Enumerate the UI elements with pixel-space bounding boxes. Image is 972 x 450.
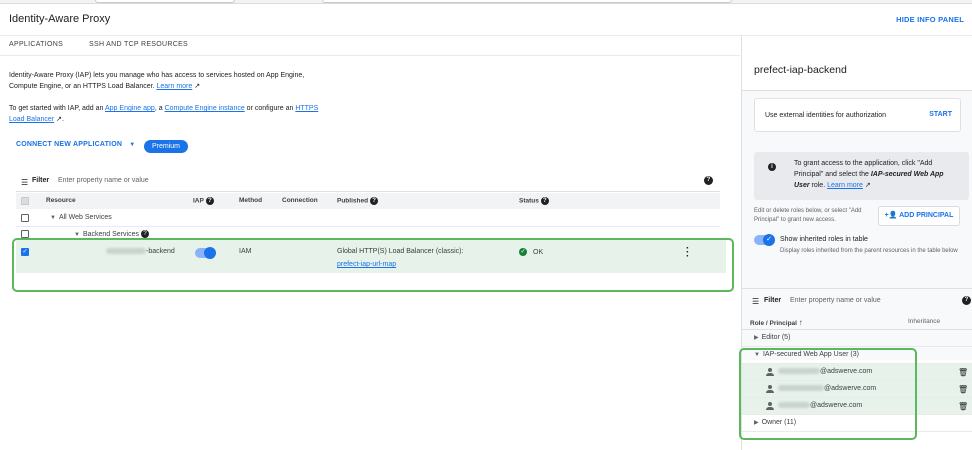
table-row: ▼ All Web Services [16, 209, 720, 227]
col-role-label: Role / Principal [750, 320, 797, 327]
group-backend-services[interactable]: ▼ Backend Services? [74, 230, 149, 238]
intro-paragraph: Identity-Aware Proxy (IAP) lets you mana… [9, 70, 319, 92]
filter-icon: ☰ [21, 178, 29, 187]
table-header: Resource IAP? Method Connection Publishe… [16, 193, 720, 209]
connect-new-application-button[interactable]: CONNECT NEW APPLICATION ▼ [16, 141, 135, 148]
info-text-post: role. [809, 182, 828, 189]
select-all-checkbox[interactable] [21, 197, 29, 205]
external-link-icon: ↗ [194, 83, 201, 90]
delete-icon[interactable]: 🗑 [958, 385, 968, 394]
highlight-outline [12, 238, 734, 292]
col-method: Method [239, 197, 263, 204]
delete-icon[interactable]: 🗑 [958, 402, 968, 411]
hide-info-panel-button[interactable]: HIDE INFO PANEL [896, 15, 964, 24]
principal-table-header: Role / Principal ↑ Inheritance [742, 314, 972, 330]
get-started-text-end: . [61, 116, 64, 123]
app-engine-link[interactable]: App Engine app [105, 105, 155, 112]
add-person-icon: +👤 [884, 212, 898, 219]
row-checkbox[interactable] [21, 214, 29, 222]
expand-arrow-icon: ▶ [754, 335, 759, 341]
get-started-text-mid: , a [154, 105, 165, 112]
info-panel-title: prefect-iap-backend [754, 64, 847, 76]
help-icon[interactable]: ? [704, 176, 713, 185]
role-row-editor[interactable]: ▶ Editor (5) [742, 330, 972, 347]
col-role-principal[interactable]: Role / Principal ↑ [750, 318, 803, 327]
tab-ssh-tcp-resources[interactable]: SSH AND TCP RESOURCES [89, 41, 188, 48]
start-button[interactable]: START [929, 111, 952, 118]
col-iap-label: IAP [193, 197, 204, 205]
compute-engine-link[interactable]: Compute Engine instance [165, 105, 245, 112]
col-connection: Connection [282, 197, 318, 204]
page-title: Identity-Aware Proxy [9, 13, 111, 25]
col-iap: IAP? [193, 197, 214, 205]
get-started-text-post: or configure an [244, 105, 296, 112]
divider [742, 288, 972, 289]
show-inherited-toggle[interactable] [754, 234, 775, 246]
highlight-outline [739, 348, 917, 440]
col-status: Status? [519, 197, 549, 205]
filter-input[interactable]: Enter property name or value [58, 177, 149, 184]
role-label: ▶ Editor (5) [754, 334, 790, 341]
help-icon[interactable]: ? [205, 197, 214, 205]
col-published: Published? [337, 197, 379, 205]
col-inheritance: Inheritance [908, 318, 941, 325]
edit-roles-note: Edit or delete roles below, or select "A… [754, 208, 862, 223]
help-icon[interactable]: ? [540, 197, 549, 205]
group-all-web-services[interactable]: ▼ All Web Services [50, 214, 112, 221]
info-icon: i [768, 163, 776, 171]
add-principal-button[interactable]: +👤 ADD PRINCIPAL [878, 206, 960, 226]
help-icon[interactable]: ? [962, 296, 971, 305]
top-strip-segment [95, 0, 235, 3]
add-principal-label: ADD PRINCIPAL [899, 212, 954, 219]
sort-arrow-up-icon: ↑ [798, 318, 803, 327]
info-box-text: To grant access to the application, clic… [794, 158, 959, 191]
info-panel: prefect-iap-backend Use external identit… [739, 36, 972, 450]
principal-filter-input[interactable]: Enter property name or value [790, 297, 881, 304]
filter-label: Filter [32, 177, 50, 184]
show-inherited-description: Display roles inherited from the parent … [780, 248, 958, 254]
get-started-text: To get started with IAP, add an [9, 105, 105, 112]
info-learn-more-link[interactable]: Learn more [827, 182, 863, 189]
dropdown-arrow-icon: ▼ [129, 142, 136, 148]
col-resource[interactable]: Resource [46, 197, 76, 204]
show-inherited-label: Show inherited roles in table [780, 236, 868, 243]
help-icon[interactable]: ? [370, 197, 379, 205]
col-status-label: Status [519, 197, 539, 205]
info-box: i To grant access to the application, cl… [754, 152, 969, 200]
tab-bar: APPLICATIONS SSH AND TCP RESOURCES [0, 36, 740, 56]
tab-applications[interactable]: APPLICATIONS [9, 41, 63, 48]
connect-label: CONNECT NEW APPLICATION [16, 141, 123, 148]
top-strip-search[interactable] [322, 0, 732, 3]
filter-icon: ☰ [752, 297, 760, 306]
filter-label: Filter [764, 297, 782, 304]
filter-bar: ☰ Filter Enter property name or value ? [16, 170, 720, 192]
role-name: Editor (5) [761, 334, 791, 341]
group-label: Backend Services [82, 230, 139, 238]
delete-icon[interactable]: 🗑 [958, 368, 968, 377]
external-identities-text: Use external identities for authorizatio… [765, 112, 887, 119]
help-icon[interactable]: ? [140, 230, 149, 238]
principal-filter-bar: ☰ Filter Enter property name or value ? [742, 292, 972, 310]
page-header: Identity-Aware Proxy HIDE INFO PANEL [0, 4, 972, 36]
expand-arrow-icon: ▼ [74, 231, 80, 238]
learn-more-link[interactable]: Learn more [156, 83, 192, 90]
divider [742, 90, 972, 91]
external-link-icon: ↗ [864, 182, 871, 189]
expand-arrow-icon: ▼ [50, 215, 56, 221]
row-checkbox[interactable] [21, 230, 29, 238]
premium-badge: Premium [144, 140, 188, 153]
group-label: All Web Services [58, 214, 112, 221]
get-started-paragraph: To get started with IAP, add an App Engi… [9, 103, 319, 125]
external-identities-card: Use external identities for authorizatio… [754, 98, 961, 132]
col-published-label: Published [337, 197, 369, 205]
